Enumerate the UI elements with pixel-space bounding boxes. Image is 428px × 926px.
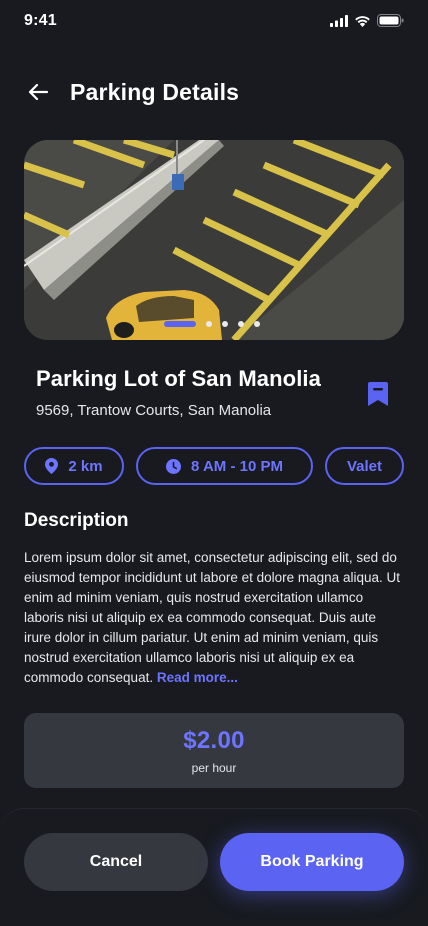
hours-chip[interactable]: 8 AM - 10 PM — [136, 447, 313, 485]
distance-label: 2 km — [68, 457, 103, 475]
lot-info: Parking Lot of San Manolia 9569, Trantow… — [36, 366, 346, 419]
location-pin-icon — [45, 458, 59, 474]
header: Parking Details — [24, 74, 239, 110]
parking-lot-photo — [24, 140, 404, 340]
book-parking-button[interactable]: Book Parking — [220, 833, 404, 891]
carousel-dot[interactable] — [254, 321, 260, 327]
carousel-dot[interactable] — [238, 321, 244, 327]
read-more-link[interactable]: Read more... — [157, 670, 238, 685]
arrow-left-icon — [28, 83, 49, 101]
page-title: Parking Details — [70, 78, 240, 105]
hours-label: 8 AM - 10 PM — [191, 457, 283, 475]
distance-chip[interactable]: 2 km — [24, 447, 124, 485]
description-text: Lorem ipsum dolor sit amet, consectetur … — [24, 548, 406, 688]
price-value: $2.00 — [183, 726, 245, 754]
status-bar: 9:41 — [0, 0, 428, 44]
parking-photo-carousel[interactable] — [24, 140, 404, 340]
cancel-button[interactable]: Cancel — [24, 833, 208, 891]
status-time: 9:41 — [24, 12, 57, 29]
bottom-action-bar: Cancel Book Parking — [0, 808, 428, 926]
price-unit: per hour — [191, 760, 237, 775]
valet-chip[interactable]: Valet — [325, 447, 404, 485]
price-card: $2.00 per hour — [24, 713, 404, 788]
status-icons — [330, 14, 404, 27]
bookmark-icon — [368, 382, 388, 406]
valet-label: Valet — [346, 457, 383, 475]
description-title: Description — [24, 510, 129, 531]
feature-chips: 2 km 8 AM - 10 PM Valet — [24, 447, 404, 485]
carousel-indicators — [164, 321, 260, 327]
bookmark-button[interactable] — [366, 380, 390, 408]
lot-name: Parking Lot of San Manolia — [36, 366, 321, 391]
battery-icon — [377, 14, 404, 27]
carousel-dot[interactable] — [222, 321, 228, 327]
cellular-signal-icon — [330, 14, 348, 27]
description-body: Lorem ipsum dolor sit amet, consectetur … — [24, 550, 400, 685]
carousel-dot-active[interactable] — [164, 321, 196, 327]
lot-address: 9569, Trantow Courts, San Manolia — [36, 402, 272, 419]
carousel-dot[interactable] — [206, 321, 212, 327]
clock-icon — [166, 458, 182, 474]
wifi-icon — [355, 15, 370, 27]
back-button[interactable] — [24, 78, 52, 106]
